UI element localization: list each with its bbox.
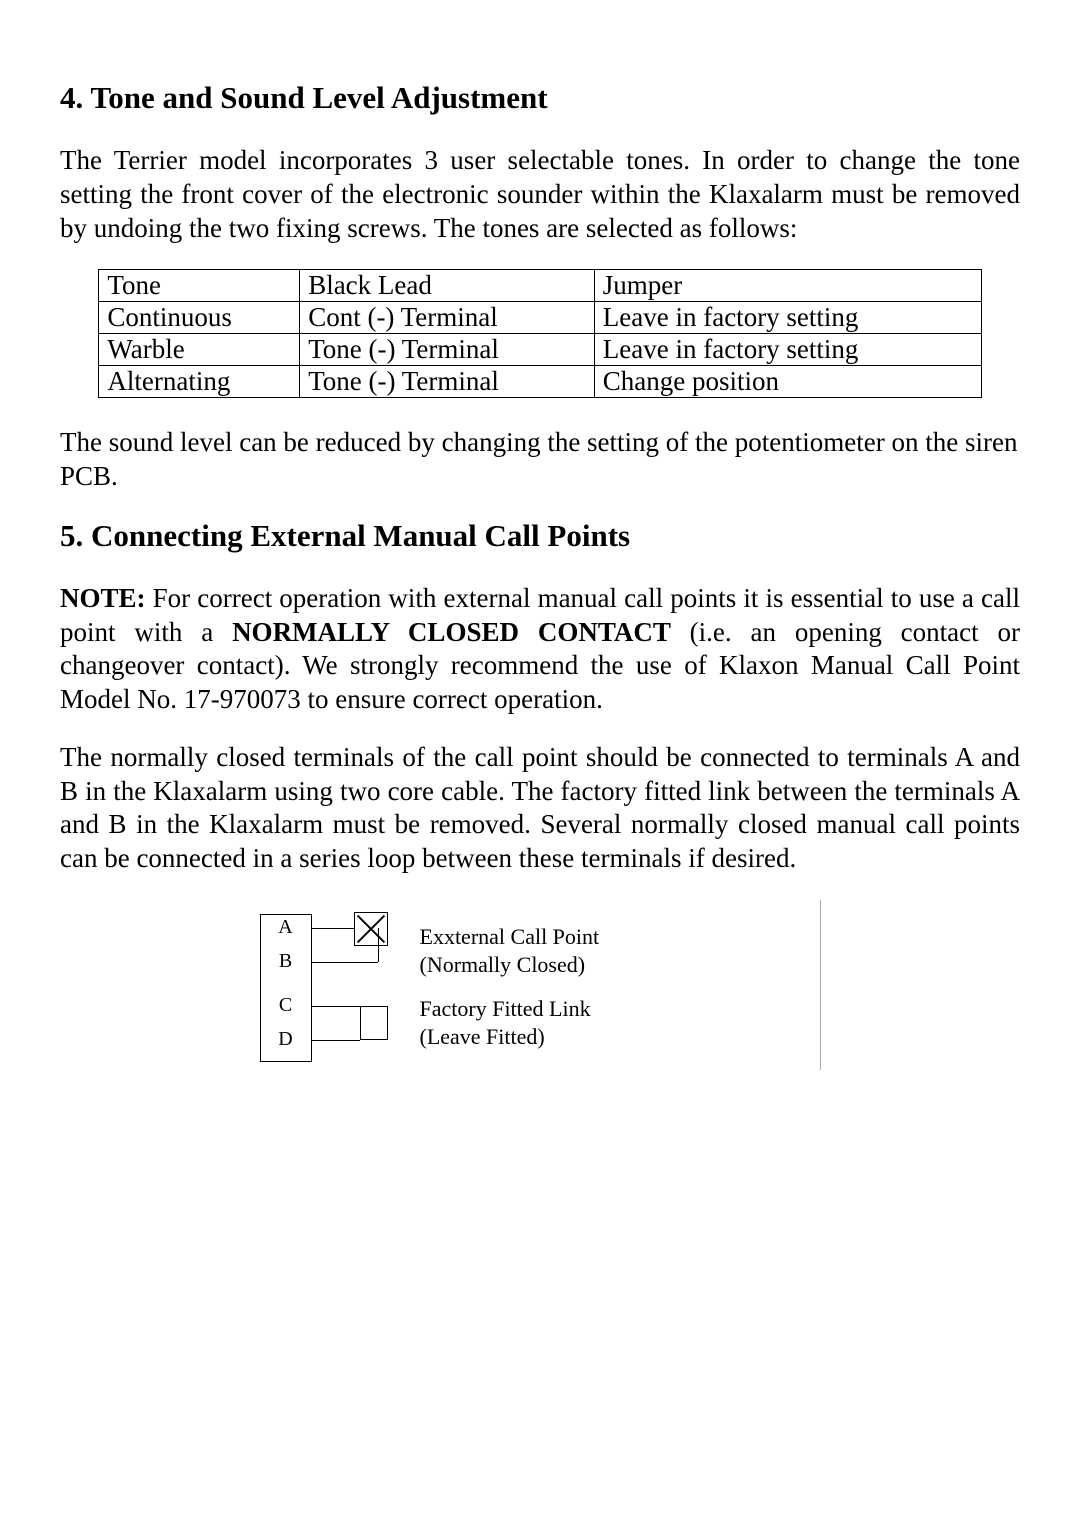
diagram-label-link-sub: (Leave Fitted) bbox=[420, 1024, 545, 1050]
section-5-note: NOTE: For correct operation with externa… bbox=[60, 582, 1020, 717]
diagram-label-link: Factory Fitted Link bbox=[420, 996, 591, 1022]
note-label: NOTE: bbox=[60, 583, 146, 613]
wire bbox=[312, 962, 378, 963]
terminal-b: B bbox=[260, 950, 312, 973]
jumper-cell: Change position bbox=[594, 366, 981, 398]
tone-table: Tone Black Lead Jumper Continuous Cont (… bbox=[98, 269, 981, 398]
lead-cell: Tone (-) Terminal bbox=[300, 334, 595, 366]
table-row: Tone Black Lead Jumper bbox=[99, 270, 981, 302]
section-4-outro: The sound level can be reduced by changi… bbox=[60, 426, 1020, 494]
lead-cell: Cont (-) Terminal bbox=[300, 302, 595, 334]
terminal-d: D bbox=[260, 1028, 312, 1051]
wiring-diagram: A B C D Exxternal Call Point (Normally C… bbox=[260, 900, 821, 1070]
lead-cell: Tone (-) Terminal bbox=[300, 366, 595, 398]
diagram-label-callpoint-sub: (Normally Closed) bbox=[420, 952, 586, 978]
tone-cell: Continuous bbox=[99, 302, 300, 334]
tone-header: Tone bbox=[99, 270, 300, 302]
wire bbox=[312, 928, 354, 929]
table-row: Continuous Cont (-) Terminal Leave in fa… bbox=[99, 302, 981, 334]
document-page: 4. Tone and Sound Level Adjustment The T… bbox=[0, 0, 1080, 1529]
wire bbox=[312, 1006, 360, 1007]
jumper-header: Jumper bbox=[594, 270, 981, 302]
lead-header: Black Lead bbox=[300, 270, 595, 302]
section-4-heading: 4. Tone and Sound Level Adjustment bbox=[60, 80, 1020, 116]
section-5-para2: The normally closed terminals of the cal… bbox=[60, 741, 1020, 876]
note-bold: NORMALLY CLOSED CONTACT bbox=[232, 617, 671, 647]
tone-cell: Warble bbox=[99, 334, 300, 366]
section-4-intro: The Terrier model incorporates 3 user se… bbox=[60, 144, 1020, 245]
wire bbox=[312, 1040, 360, 1041]
terminal-a: A bbox=[260, 916, 312, 939]
diagram-label-callpoint: Exxternal Call Point bbox=[420, 924, 600, 950]
factory-link-icon bbox=[360, 1006, 388, 1040]
jumper-cell: Leave in factory setting bbox=[594, 334, 981, 366]
table-row: Alternating Tone (-) Terminal Change pos… bbox=[99, 366, 981, 398]
callpoint-icon bbox=[354, 912, 388, 946]
diagram-container: A B C D Exxternal Call Point (Normally C… bbox=[60, 900, 1020, 1070]
section-5-heading: 5. Connecting External Manual Call Point… bbox=[60, 518, 1020, 554]
terminal-c: C bbox=[260, 994, 312, 1017]
table-row: Warble Tone (-) Terminal Leave in factor… bbox=[99, 334, 981, 366]
jumper-cell: Leave in factory setting bbox=[594, 302, 981, 334]
tone-cell: Alternating bbox=[99, 366, 300, 398]
